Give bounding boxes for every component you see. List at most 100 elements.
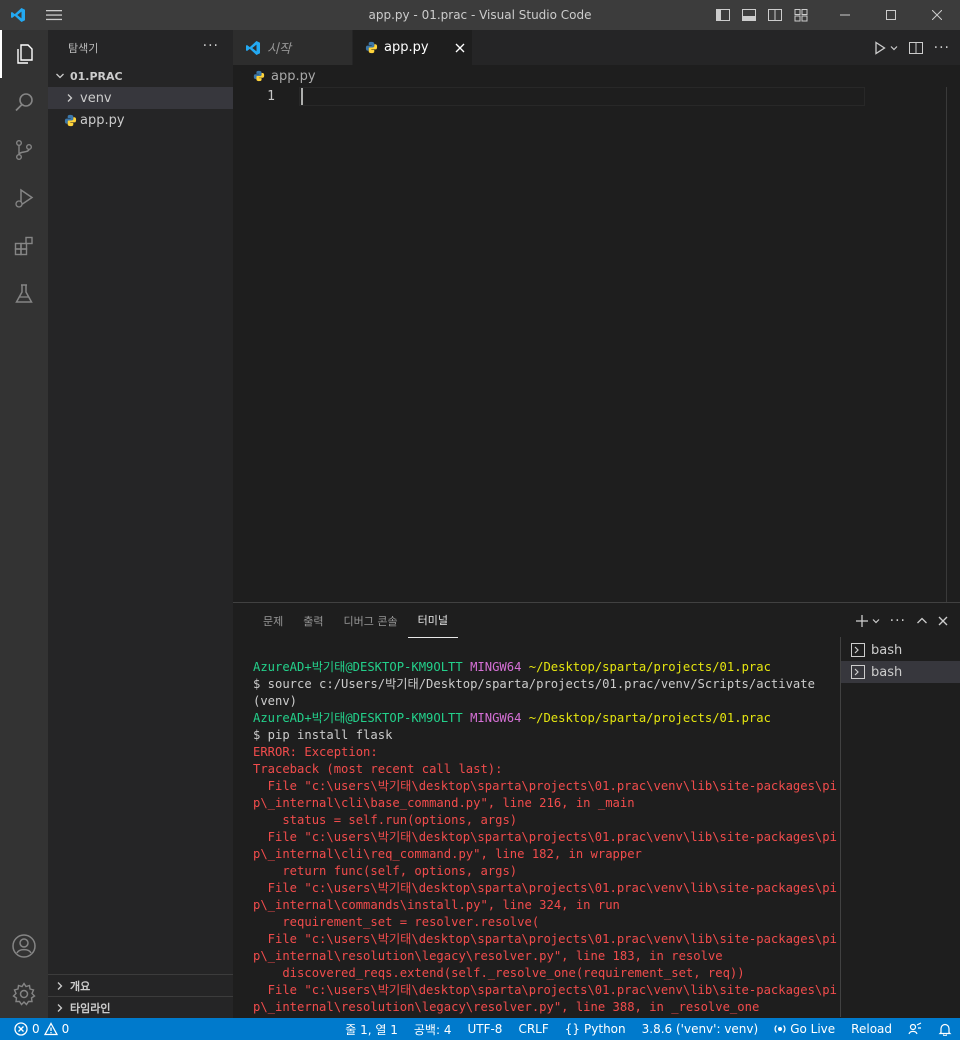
language-label: Python [584, 1022, 626, 1036]
terminal-text: p\_internal\cli\req_command.py", line 18… [253, 847, 642, 861]
tree-item-label: venv [80, 90, 112, 106]
account-icon[interactable] [0, 922, 48, 970]
language-mode[interactable]: {} Python [557, 1022, 634, 1036]
eol-status[interactable]: CRLF [510, 1022, 556, 1036]
terminal-line: ERROR: Exception: [253, 744, 833, 761]
terminal-icon [851, 643, 865, 657]
explorer-title: 탐색기 [68, 41, 99, 55]
source-control-icon[interactable] [0, 126, 48, 174]
close-window-icon[interactable] [914, 0, 960, 30]
tab-terminal[interactable]: 터미널 [407, 603, 458, 638]
explorer-icon[interactable] [0, 30, 48, 78]
terminal-text: MINGW64 [470, 660, 529, 674]
terminal-line: $ source c:/Users/박기태/Desktop/sparta/pro… [253, 676, 833, 693]
timeline-section[interactable]: 타임라인 [48, 996, 233, 1018]
activity-bar [0, 30, 48, 1018]
workspace-root-folder[interactable]: 01.PRAC [48, 65, 233, 87]
hamburger-menu-icon[interactable] [36, 0, 72, 30]
tab-welcome[interactable]: 시작 [233, 30, 353, 65]
terminal-text: ERROR: Exception: [253, 745, 378, 759]
close-tab-icon[interactable] [455, 40, 465, 56]
error-icon [14, 1022, 28, 1036]
terminal-instance[interactable]: bash [841, 639, 960, 661]
split-editor-icon[interactable] [908, 40, 924, 56]
customize-layout-icon[interactable] [792, 6, 810, 24]
terminal-line: p\_internal\resolution\legacy\resolver.p… [253, 948, 833, 965]
tree-item-app-py[interactable]: app.py [48, 109, 233, 131]
terminal-instance-label: bash [871, 664, 903, 680]
terminal-line: p\_internal\cli\base_command.py", line 2… [253, 795, 833, 812]
more-actions-icon[interactable]: ··· [890, 613, 906, 629]
terminal-line: status = self.run(options, args) [253, 812, 833, 829]
terminal-line: File "c:\users\박기태\desktop\sparta\projec… [253, 931, 837, 948]
encoding-status[interactable]: UTF-8 [459, 1022, 510, 1036]
status-bar: 0 0 줄 1, 열 1 공백: 4 UTF-8 CRLF {} Python … [0, 1018, 960, 1040]
tab-output[interactable]: 출력 [293, 603, 333, 638]
terminal-line: return func(self, options, args) [253, 863, 833, 880]
cursor-position[interactable]: 줄 1, 열 1 [337, 1021, 406, 1038]
outline-section-label: 개요 [70, 979, 91, 993]
warning-count: 0 [61, 1022, 70, 1036]
indentation-status[interactable]: 공백: 4 [406, 1021, 460, 1038]
more-actions-icon[interactable]: ··· [934, 40, 950, 56]
terminal-text: p\_internal\resolution\legacy\resolver.p… [253, 1000, 760, 1014]
panel-tabs: 문제 출력 디버그 콘솔 터미널 ··· [233, 603, 960, 638]
minimize-icon[interactable] [822, 0, 868, 30]
maximize-icon[interactable] [868, 0, 914, 30]
terminal-instance[interactable]: bash [841, 661, 960, 683]
terminal-line: AzureAD+박기태@DESKTOP-KM9OLTT MINGW64 ~/De… [253, 710, 833, 727]
new-terminal-icon[interactable] [855, 614, 880, 628]
notifications-bell-icon[interactable] [930, 1022, 960, 1036]
terminal-line: (venv) [253, 693, 833, 710]
feedback-icon[interactable] [900, 1022, 930, 1036]
extensions-icon[interactable] [0, 222, 48, 270]
terminal-line: Traceback (most recent call last): [253, 761, 833, 778]
tree-item-venv[interactable]: venv [48, 87, 233, 109]
run-file-icon[interactable] [874, 40, 898, 55]
code-line[interactable]: 1 [233, 87, 960, 106]
close-panel-icon[interactable] [938, 616, 948, 626]
go-live-button[interactable]: Go Live [766, 1022, 843, 1036]
run-debug-icon[interactable] [0, 174, 48, 222]
terminal-text: $ pip install flask [253, 728, 393, 742]
terminal-text: p\_internal\commands\install.py", line 3… [253, 898, 620, 912]
terminal-line: p\_internal\resolution\legacy\resolver.p… [253, 999, 833, 1016]
problems-status[interactable]: 0 0 [0, 1022, 69, 1036]
vscode-logo-icon [0, 0, 36, 30]
toggle-sidebar-icon[interactable] [714, 6, 732, 24]
line-number: 1 [267, 89, 275, 104]
settings-gear-icon[interactable] [0, 970, 48, 1018]
terminal-output[interactable]: AzureAD+박기태@DESKTOP-KM9OLTT MINGW64 ~/De… [253, 659, 837, 1016]
python-file-icon [253, 70, 265, 82]
terminal-text: p\_internal\resolution\legacy\resolver.p… [253, 949, 723, 963]
terminal-text: discovered_reqs.extend(self._resolve_one… [253, 966, 745, 980]
terminal-text: p\_internal\cli\base_command.py", line 2… [253, 796, 635, 810]
chevron-down-icon [52, 68, 68, 84]
more-actions-icon[interactable]: ··· [203, 38, 219, 54]
terminal-text: File "c:\users\박기태\desktop\sparta\projec… [253, 779, 837, 793]
breadcrumb[interactable]: app.py [233, 65, 960, 87]
tab-app-py[interactable]: app.py [353, 30, 473, 65]
terminal-line: $ pip install flask [253, 727, 833, 744]
timeline-section-label: 타임라인 [70, 1001, 111, 1015]
terminal-text: ~/Desktop/sparta/projects/01.prac [528, 711, 771, 725]
tab-problems[interactable]: 문제 [253, 603, 293, 638]
outline-section[interactable]: 개요 [48, 974, 233, 996]
search-icon[interactable] [0, 78, 48, 126]
tab-debug-console[interactable]: 디버그 콘솔 [334, 603, 408, 638]
tab-label: 시작 [267, 42, 291, 57]
testing-flask-icon[interactable] [0, 270, 48, 318]
explorer-sidebar: 탐색기 ··· 01.PRAC venv app.py 개요 타임라인 [48, 30, 233, 1018]
maximize-panel-icon[interactable] [916, 616, 928, 626]
chevron-right-icon [52, 1000, 68, 1016]
editor-tabs: 시작 app.py ··· [233, 30, 960, 65]
reload-button[interactable]: Reload [843, 1022, 900, 1036]
terminal-text: File "c:\users\박기태\desktop\sparta\projec… [253, 881, 837, 895]
tree-item-label: app.py [80, 112, 125, 128]
toggle-secondary-sidebar-icon[interactable] [766, 6, 784, 24]
python-interpreter[interactable]: 3.8.6 ('venv': venv) [634, 1022, 767, 1036]
terminal-text: requirement_set = resolver.resolve( [253, 915, 540, 929]
terminal-line: File "c:\users\박기태\desktop\sparta\projec… [253, 880, 837, 897]
vertical-scrollbar[interactable] [946, 87, 960, 602]
toggle-panel-icon[interactable] [740, 6, 758, 24]
